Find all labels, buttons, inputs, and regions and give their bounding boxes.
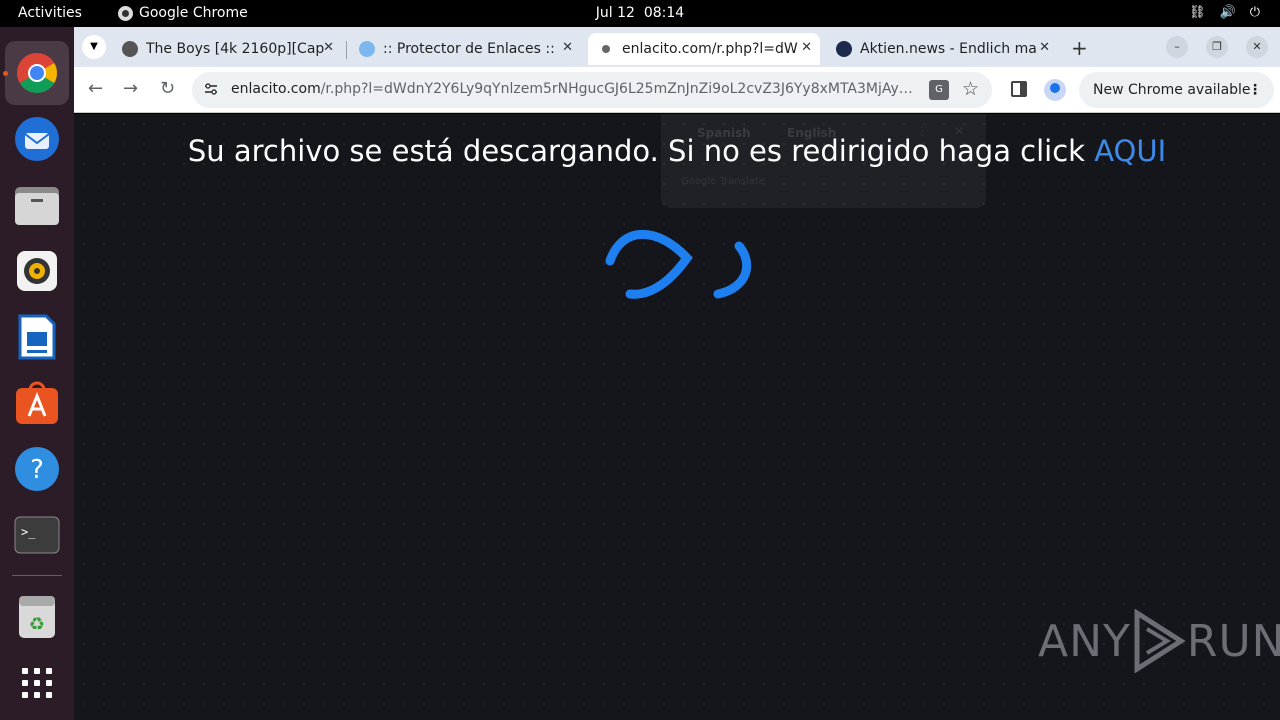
dock: ? >_ ♻ <box>0 27 74 720</box>
chevron-down-icon: ▼ <box>90 41 98 52</box>
network-icon: ⛓ <box>1189 5 1206 20</box>
writer-icon[interactable] <box>13 313 61 361</box>
minimize-button[interactable]: – <box>1166 36 1188 58</box>
close-icon[interactable]: ✕ <box>323 40 334 55</box>
app-center-icon[interactable] <box>13 379 61 427</box>
watermark-right: RUN <box>1186 615 1280 667</box>
tab-title: enlacito.com/r.php?l=dW <box>622 41 798 57</box>
tab-enlacito[interactable]: enlacito.com/r.php?l=dW ✕ <box>588 33 820 65</box>
terminal-icon[interactable]: >_ <box>13 511 61 559</box>
tab-the-boys[interactable]: The Boys [4k 2160p][Cap ✕ <box>112 33 342 65</box>
site-info-icon[interactable] <box>204 82 218 96</box>
tab-search-button[interactable]: ▼ <box>82 35 106 59</box>
system-top-bar: Activities Google Chrome Jul 12 08:14 ⛓ … <box>0 0 1280 27</box>
tab-title: :: Protector de Enlaces :: <box>383 41 555 57</box>
reload-button[interactable]: ↻ <box>160 78 175 99</box>
tab-strip: ▼ The Boys [4k 2160p][Cap ✕ :: Protector… <box>74 27 1280 67</box>
trash-icon[interactable]: ♻ <box>13 593 61 641</box>
chrome-window: ▼ The Boys [4k 2160p][Cap ✕ :: Protector… <box>74 27 1280 720</box>
watermark-left: ANY <box>1038 615 1131 667</box>
tab-protector-enlaces[interactable]: :: Protector de Enlaces :: ✕ <box>349 33 581 65</box>
cloud-download-icon <box>359 41 375 57</box>
svg-text:>_: >_ <box>21 525 36 539</box>
bookmark-star-icon[interactable]: ☆ <box>962 78 979 100</box>
close-icon[interactable]: ✕ <box>801 40 812 55</box>
time: 08:14 <box>643 5 685 21</box>
kebab-menu-icon[interactable]: ⋮ <box>1248 72 1262 108</box>
dock-separator <box>12 575 62 576</box>
maximize-button[interactable]: ❐ <box>1206 36 1228 58</box>
new-tab-button[interactable]: + <box>1071 36 1088 60</box>
maximize-icon: ❐ <box>1212 40 1222 53</box>
volume-icon: 🔊 <box>1219 5 1236 20</box>
profile-avatar[interactable] <box>1044 79 1066 101</box>
google-translate-brand: Google Translate <box>681 176 765 187</box>
clock[interactable]: Jul 12 08:14 <box>0 5 1280 21</box>
url-path: /r.php?l=dWdnY2Y6Ly9qYnlzem5rNHgucGJ6L25… <box>320 81 921 97</box>
help-icon[interactable]: ? <box>13 445 61 493</box>
back-button[interactable]: ← <box>88 78 103 99</box>
side-panel-icon[interactable] <box>1011 81 1027 97</box>
close-icon: ✕ <box>1252 40 1262 53</box>
address-bar[interactable]: enlacito.com/r.php?l=dWdnY2Y6Ly9qYnlzem5… <box>192 72 992 108</box>
tab-title: Aktien.news - Endlich ma <box>860 41 1037 57</box>
url-text: enlacito.com/r.php?l=dWdnY2Y6Ly9qYnlzem5… <box>231 81 921 97</box>
tab-title: The Boys [4k 2160p][Cap <box>146 41 325 57</box>
page-content: Spanish English ⋮ ✕ Google Translate Su … <box>74 114 1280 720</box>
svg-text:♻: ♻ <box>29 614 45 635</box>
message-text: Su archivo se está descargando. Si no es… <box>187 134 1095 168</box>
files-icon[interactable] <box>13 181 61 229</box>
loading-spinner-icon <box>605 229 752 299</box>
svg-text:?: ? <box>30 455 44 485</box>
system-tray[interactable]: ⛓ 🔊 ⏻ <box>1189 5 1260 20</box>
aqui-link[interactable]: AQUI <box>1094 134 1166 168</box>
anyrun-watermark: ANY RUN <box>1038 609 1280 673</box>
close-icon[interactable]: ✕ <box>1039 40 1050 55</box>
rhythmbox-icon[interactable] <box>13 247 61 295</box>
new-chrome-available-button[interactable]: New Chrome available ⋮ <box>1079 72 1274 108</box>
app-grid-icon[interactable] <box>13 659 61 707</box>
update-label: New Chrome available <box>1093 82 1251 98</box>
forward-button[interactable]: → <box>123 78 138 99</box>
aktien-news-icon <box>836 41 852 57</box>
globe-icon <box>122 41 138 57</box>
url-host: enlacito.com <box>231 81 321 97</box>
play-logo-icon <box>1134 609 1186 673</box>
power-icon: ⏻ <box>1249 5 1260 20</box>
date: Jul 12 <box>595 5 635 21</box>
plus-icon: + <box>1071 36 1088 60</box>
download-message: Su archivo se está descargando. Si no es… <box>74 134 1280 168</box>
link-icon <box>602 45 610 53</box>
translate-icon[interactable]: G <box>929 80 949 100</box>
tab-aktien-news[interactable]: Aktien.news - Endlich ma ✕ <box>826 33 1058 65</box>
tab-separator <box>346 41 347 59</box>
minimize-icon: – <box>1174 40 1180 53</box>
running-indicator <box>3 71 8 76</box>
toolbar: ← → ↻ enlacito.com/r.php?l=dWdnY2Y6Ly9qY… <box>74 67 1280 113</box>
chrome-icon[interactable] <box>13 49 61 97</box>
close-window-button[interactable]: ✕ <box>1246 36 1268 58</box>
close-icon[interactable]: ✕ <box>562 40 573 55</box>
thunderbird-icon[interactable] <box>13 115 61 163</box>
